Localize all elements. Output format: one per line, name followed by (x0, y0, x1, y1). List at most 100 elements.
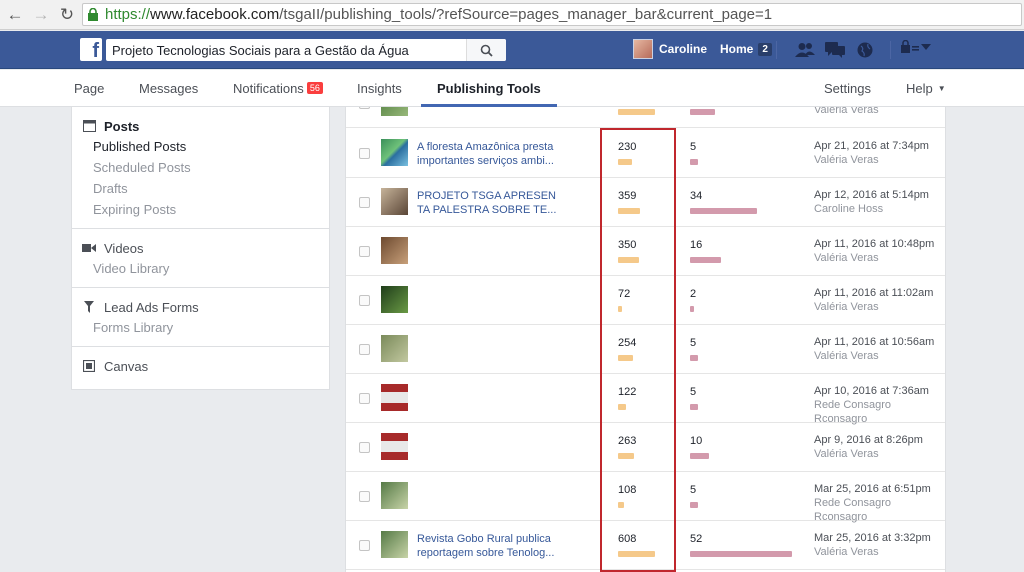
reload-icon[interactable]: ↻ (56, 4, 78, 26)
row-checkbox[interactable] (359, 107, 370, 109)
post-author[interactable]: Valéria Veras (814, 251, 879, 265)
table-row[interactable]: ernacional da Mãe Terra p...Valéria Vera… (346, 107, 945, 128)
row-checkbox[interactable] (359, 295, 370, 306)
profile-link[interactable]: Caroline (633, 39, 707, 59)
post-author[interactable]: Valéria Veras (814, 300, 879, 314)
post-title[interactable]: PROJETO TSGA APRESEN (417, 189, 562, 203)
sidebar-lead-ads-header[interactable]: Lead Ads Forms (72, 297, 329, 317)
post-title-line2[interactable]: reportagem sobre Tenolog... (417, 546, 562, 560)
tab-insights[interactable]: Insights (357, 70, 402, 107)
friend-requests-icon[interactable] (792, 40, 818, 60)
post-thumbnail[interactable] (381, 433, 408, 460)
sidebar-videos-header[interactable]: Videos (72, 238, 329, 258)
post-title[interactable]: Revista Gobo Rural publica (417, 532, 562, 546)
sidebar-canvas[interactable]: Canvas (72, 356, 329, 376)
reach-bar (618, 551, 655, 557)
post-thumbnail[interactable] (381, 139, 408, 166)
row-checkbox[interactable] (359, 491, 370, 502)
messages-icon[interactable] (822, 40, 848, 60)
post-title[interactable]: A floresta Amazônica presta (417, 140, 562, 154)
table-row[interactable]: 254 5 Apr 11, 2016 at 10:56am Valéria Veras (346, 325, 945, 374)
back-arrow-icon[interactable]: ← (4, 4, 26, 26)
row-checkbox[interactable] (359, 246, 370, 257)
post-author[interactable]: Valéria Veras (814, 545, 879, 559)
post-author[interactable]: Caroline Hoss (814, 202, 883, 216)
post-date: Apr 11, 2016 at 10:56am (814, 336, 935, 348)
post-thumbnail[interactable] (381, 286, 408, 313)
table-row[interactable]: 350 16 Apr 11, 2016 at 10:48pm Valéria Vera… (346, 227, 945, 276)
post-thumbnail[interactable] (381, 482, 408, 509)
sidebar-posts-header[interactable]: Posts (72, 116, 329, 136)
table-row[interactable]: 122 5 Apr 10, 2016 at 7:36am Rede Consagro R… (346, 374, 945, 425)
notifications-count-badge: 56 (306, 82, 323, 94)
tab-page[interactable]: Page (74, 70, 104, 107)
filter-icon (82, 300, 96, 314)
row-checkbox[interactable] (359, 344, 370, 355)
tab-messages[interactable]: Messages (139, 70, 198, 107)
tab-publishing-tools[interactable]: Publishing Tools (421, 70, 557, 107)
search-button[interactable] (466, 39, 506, 61)
home-link[interactable]: Home 2 (720, 42, 772, 56)
post-author[interactable]: Valéria Veras (814, 153, 879, 167)
post-author[interactable]: Rede Consagro (814, 496, 891, 510)
post-thumbnail[interactable] (381, 384, 408, 411)
tab-notifications[interactable]: Notifications 56 (233, 70, 323, 107)
engagement-bar (690, 355, 698, 361)
reach-value: 254 (618, 337, 637, 349)
account-menu[interactable] (900, 40, 932, 54)
address-bar[interactable]: https://www.facebook.com/tsgaII/publishi… (82, 3, 1022, 26)
sidebar-videos-label: Videos (104, 240, 144, 256)
sidebar-item-forms-library[interactable]: Forms Library (72, 317, 329, 338)
table-row[interactable]: Revista Gobo Rural publica reportagem sob… (346, 521, 945, 570)
globe-icon[interactable] (852, 40, 878, 60)
row-checkbox[interactable] (359, 197, 370, 208)
post-author[interactable]: Rede Consagro (814, 398, 891, 412)
canvas-section: Canvas (72, 347, 329, 384)
post-thumbnail[interactable] (381, 107, 408, 116)
post-thumbnail[interactable] (381, 237, 408, 264)
table-row[interactable]: 108 5 Mar 25, 2016 at 6:51pm Rede Consagro R… (346, 472, 945, 523)
engagement-value: 5 (690, 141, 697, 153)
post-thumbnail[interactable] (381, 531, 408, 558)
post-author[interactable]: Valéria Veras (814, 447, 879, 461)
table-row[interactable]: 263 10 Apr 9, 2016 at 8:26pm Valéria Veras (346, 423, 945, 472)
search-box[interactable] (106, 39, 506, 61)
row-checkbox[interactable] (359, 540, 370, 551)
search-input[interactable] (106, 42, 466, 58)
post-author[interactable]: Valéria Veras (814, 349, 879, 363)
post-title-line2[interactable]: importantes serviços ambi... (417, 154, 562, 168)
table-row[interactable]: 72 2 Apr 11, 2016 at 11:02am Valéria Veras (346, 276, 945, 325)
table-row[interactable]: PROJETO TSGA APRESEN TA PALESTRA SOBRE TE… (346, 178, 945, 227)
sidebar-item-video-library[interactable]: Video Library (72, 258, 329, 279)
reach-bar (618, 404, 626, 410)
post-thumbnail[interactable] (381, 335, 408, 362)
sidebar-item-published-posts[interactable]: Published Posts (72, 136, 329, 157)
video-camera-icon (82, 241, 96, 255)
table-row[interactable]: A floresta Amazônica presta importantes s… (346, 129, 945, 178)
facebook-logo[interactable]: f (80, 38, 102, 61)
lock-icon (88, 8, 98, 21)
row-checkbox[interactable] (359, 393, 370, 404)
engagement-bar (690, 159, 698, 165)
post-author[interactable]: Valéria Veras (814, 107, 879, 117)
sidebar-item-scheduled-posts[interactable]: Scheduled Posts (72, 157, 329, 178)
tab-help[interactable]: Help ▼ (906, 70, 946, 107)
post-thumbnail[interactable] (381, 188, 408, 215)
engagement-value: 16 (690, 239, 703, 251)
row-checkbox[interactable] (359, 442, 370, 453)
forward-arrow-icon[interactable]: → (30, 4, 52, 26)
engagement-bar (690, 551, 792, 557)
row-checkbox[interactable] (359, 148, 370, 159)
sidebar-item-drafts[interactable]: Drafts (72, 178, 329, 199)
post-title-line2[interactable]: TA PALESTRA SOBRE TE... (417, 203, 562, 217)
reach-bar (618, 502, 624, 508)
jewel-icons (792, 40, 882, 60)
post-date: Apr 11, 2016 at 10:48pm (814, 238, 935, 250)
sidebar-item-expiring-posts[interactable]: Expiring Posts (72, 199, 329, 220)
caret-down-icon: ▼ (937, 84, 946, 93)
post-date: Apr 11, 2016 at 11:02am (814, 287, 934, 299)
post-date: Apr 12, 2016 at 5:14pm (814, 189, 929, 201)
tab-settings[interactable]: Settings (824, 70, 871, 107)
engagement-bar (690, 109, 715, 115)
engagement-bar (690, 257, 721, 263)
